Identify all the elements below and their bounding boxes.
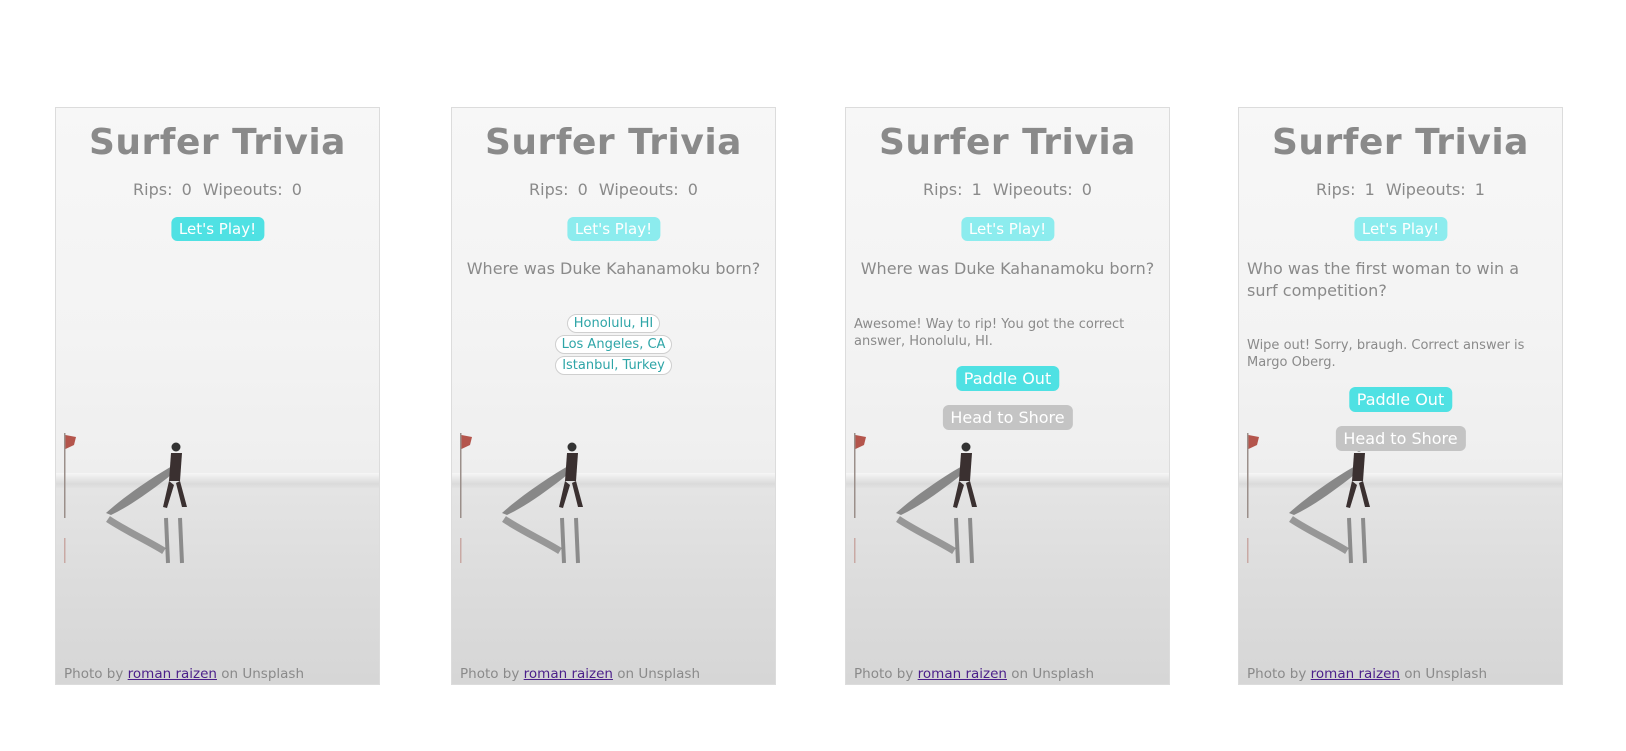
credit-author-link[interactable]: roman raizen [1311,666,1400,682]
trivia-panel-correct: Surfer Trivia Rips: 1 Wipeouts: 0 Let's … [845,107,1170,685]
wipeouts-count: 0 [291,180,302,199]
score-bar: Rips: 1 Wipeouts: 0 [846,180,1169,199]
question-text: Where was Duke Kahanamoku born? [466,259,761,278]
question-text: Who was the first woman to win a surf co… [1247,259,1520,300]
rips-label: Rips: [1316,180,1356,199]
paddle-out-button[interactable]: Paddle Out [1348,387,1453,412]
answer-option-3[interactable]: Istanbul, Turkey [555,356,672,375]
app-title: Surfer Trivia [879,122,1136,163]
app-title: Surfer Trivia [89,122,346,163]
photo-credit: Photo by roman raizen on Unsplash [64,666,304,682]
paddle-out-button[interactable]: Paddle Out [955,366,1060,391]
answer-option-1[interactable]: Honolulu, HI [566,314,661,333]
wipeouts-label: Wipeouts: [598,180,679,199]
rips-count: 1 [1364,180,1375,199]
surfer-photo [460,433,583,564]
trivia-panel-question: Surfer Trivia Rips: 0 Wipeouts: 0 Let's … [451,107,776,685]
credit-prefix: Photo by [1247,666,1307,682]
credit-author-link[interactable]: roman raizen [128,666,217,682]
rips-count: 1 [971,180,982,199]
rips-count: 0 [181,180,192,199]
trivia-panel-start: Surfer Trivia Rips: 0 Wipeouts: 0 Let's … [55,107,380,685]
app-title: Surfer Trivia [485,122,742,163]
rips-label: Rips: [529,180,569,199]
wipeouts-label: Wipeouts: [1385,180,1466,199]
surfer-photo [64,433,187,564]
question-text: Where was Duke Kahanamoku born? [860,259,1155,278]
photo-credit: Photo by roman raizen on Unsplash [854,666,1094,682]
wipeouts-count: 0 [687,180,698,199]
score-bar: Rips: 1 Wipeouts: 1 [1239,180,1562,199]
credit-author-link[interactable]: roman raizen [524,666,613,682]
rips-label: Rips: [923,180,963,199]
rips-count: 0 [577,180,588,199]
app-title: Surfer Trivia [1272,122,1529,163]
surfer-photo [854,433,977,564]
credit-author-link[interactable]: roman raizen [918,666,1007,682]
credit-suffix: on Unsplash [221,666,305,682]
head-to-shore-button[interactable]: Head to Shore [942,405,1073,430]
lets-play-button[interactable]: Let's Play! [1353,217,1448,241]
score-bar: Rips: 0 Wipeouts: 0 [56,180,379,199]
credit-suffix: on Unsplash [1404,666,1488,682]
answer-feedback: Wipe out! Sorry, braugh. Correct answer … [1247,338,1525,370]
lets-play-button[interactable]: Let's Play! [170,217,265,241]
wipeouts-label: Wipeouts: [992,180,1073,199]
credit-prefix: Photo by [460,666,520,682]
lets-play-button[interactable]: Let's Play! [566,217,661,241]
photo-credit: Photo by roman raizen on Unsplash [1247,666,1487,682]
trivia-panel-wrong: Surfer Trivia Rips: 1 Wipeouts: 1 Let's … [1238,107,1563,685]
credit-prefix: Photo by [854,666,914,682]
credit-prefix: Photo by [64,666,124,682]
lets-play-button[interactable]: Let's Play! [960,217,1055,241]
wipeouts-count: 0 [1081,180,1092,199]
credit-suffix: on Unsplash [1011,666,1095,682]
answer-feedback: Awesome! Way to rip! You got the correct… [854,317,1125,349]
answer-option-2[interactable]: Los Angeles, CA [554,335,673,354]
photo-credit: Photo by roman raizen on Unsplash [460,666,700,682]
head-to-shore-button[interactable]: Head to Shore [1335,426,1466,451]
score-bar: Rips: 0 Wipeouts: 0 [452,180,775,199]
wipeouts-label: Wipeouts: [202,180,283,199]
rips-label: Rips: [133,180,173,199]
credit-suffix: on Unsplash [617,666,701,682]
wipeouts-count: 1 [1474,180,1485,199]
answer-list: Honolulu, HI Los Angeles, CA Istanbul, T… [452,314,775,375]
